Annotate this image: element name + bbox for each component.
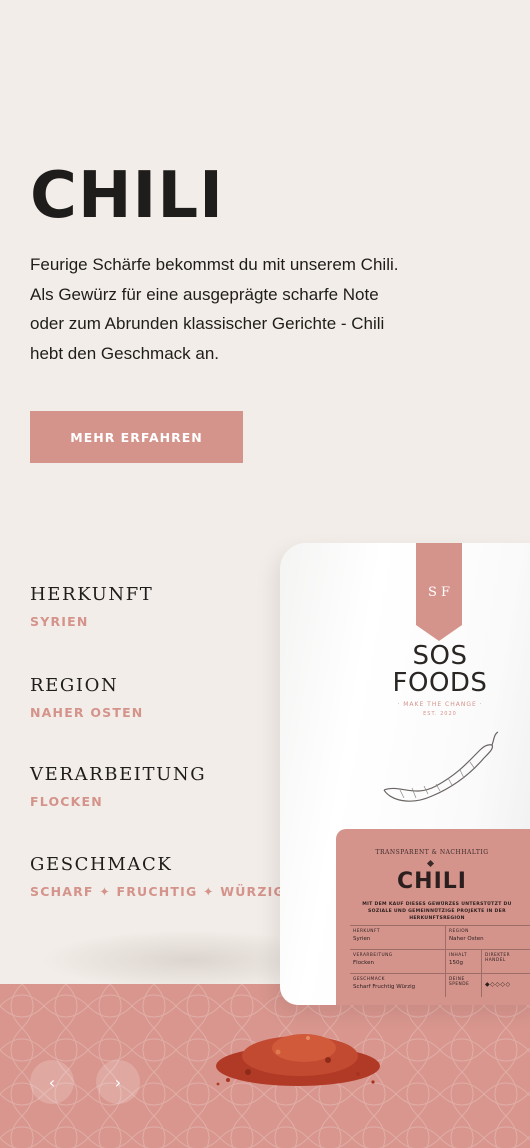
spec-cell: DEINE SPENDE [446,974,482,997]
product-pouch-image: S F SOS FOODS · MAKE THE CHANGE · EST. 2… [280,543,530,1005]
description-line: Feurige Schärfe bekommst du mit unserem … [30,255,399,274]
spec-cell: HERKUNFT Syrien [350,926,446,949]
attribute-verarbeitung: VERARBEITUNG FLOCKEN [30,764,206,809]
product-description: Feurige Schärfe bekommst du mit unserem … [30,250,430,368]
spec-cell: DIREKTER HANDEL [482,950,530,973]
spec-value: Naher Osten [449,936,484,942]
attribute-region: REGION NAHER OSTEN [30,675,143,720]
attribute-value: NAHER OSTEN [30,705,144,720]
attribute-value: FLOCKEN [30,794,103,809]
product-page: CHILI Feurige Schärfe bekommst du mit un… [0,0,530,1148]
attribute-value: SYRIEN [30,614,89,629]
product-label-panel: TRANSPARENT & NACHHALTIG CHILI MIT DEM K… [336,829,530,1005]
spec-value: Flocken [353,960,374,966]
attribute-label: REGION [30,675,119,696]
spec-value: Scharf Fruchtig Würzig [353,984,416,990]
spec-key: INHALT [449,953,468,958]
next-button[interactable]: › [96,1060,140,1104]
spec-cell: REGION Naher Osten [446,926,530,949]
brand-line: FOODS [392,668,488,698]
pouch-ribbon [416,543,462,641]
chili-pepper-icon [383,731,499,802]
label-subtitle: TRANSPARENT & NACHHALTIG [375,849,489,856]
spec-row: GESCHMACK Scharf Fruchtig Würzig DEINE S… [350,973,530,997]
spec-key: DEINE SPENDE [449,977,470,987]
spec-key: HERKUNFT [353,929,381,934]
attribute-value: SCHARF ✦ FRUCHTIG ✦ WÜRZIG [30,884,285,899]
learn-more-button[interactable]: MEHR ERFAHREN [30,411,243,463]
spec-key: REGION [449,929,469,934]
brand-tagline: · MAKE THE CHANGE · [397,701,483,708]
label-text: MIT DEM KAUF DIESES GEWÜRZES UNTERSTÜTZT… [362,902,512,921]
description-line: Als Gewürz für eine ausgeprägte scharfe … [30,284,379,304]
attribute-label: GESCHMACK [30,854,173,875]
attribute-geschmack: GESCHMACK SCHARF ✦ FRUCHTIG ✦ WÜRZIG [30,854,285,899]
chili-flakes-image [216,1034,380,1086]
chevron-left-icon: ‹ [48,1072,56,1092]
chevron-right-icon: › [114,1072,122,1092]
spec-cell: ◆◇◇◇◇ [482,974,530,997]
page-title: CHILI [30,159,224,233]
attribute-label: HERKUNFT [30,584,154,605]
donation-rating: ◆◇◇◇◇ [485,981,511,988]
attribute-herkunft: HERKUNFT SYRIEN [30,584,153,629]
description-line: hebt den Geschmack an. [30,343,220,363]
spec-cell: VERARBEITUNG Flocken [350,950,446,973]
spec-row: VERARBEITUNG Flocken INHALT 150g DIREKTE… [350,949,530,973]
label-spec-grid: HERKUNFT Syrien REGION Naher Osten VERAR… [350,925,530,997]
description-line: oder zum Abrunden klassischer Gerichte -… [30,314,385,333]
brand-est: EST. 2020 [423,711,457,717]
pouch-monogram: S F [427,585,451,600]
spec-key: DIREKTER HANDEL [485,953,511,963]
label-title: CHILI [397,869,467,894]
spec-key: VERARBEITUNG [353,953,393,958]
brand-line: SOS [412,641,468,671]
diamond-icon [426,859,435,868]
previous-button[interactable]: ‹ [30,1060,74,1104]
spec-cell: INHALT 150g [446,950,482,973]
spec-key: GESCHMACK [353,977,385,982]
brand-logo: SOS FOODS [380,643,500,697]
spec-value: Syrien [353,936,371,942]
spec-row: HERKUNFT Syrien REGION Naher Osten [350,925,530,949]
spec-cell: GESCHMACK Scharf Fruchtig Würzig [350,974,446,997]
spec-value: 150g [449,960,463,966]
attribute-label: VERARBEITUNG [30,764,207,785]
